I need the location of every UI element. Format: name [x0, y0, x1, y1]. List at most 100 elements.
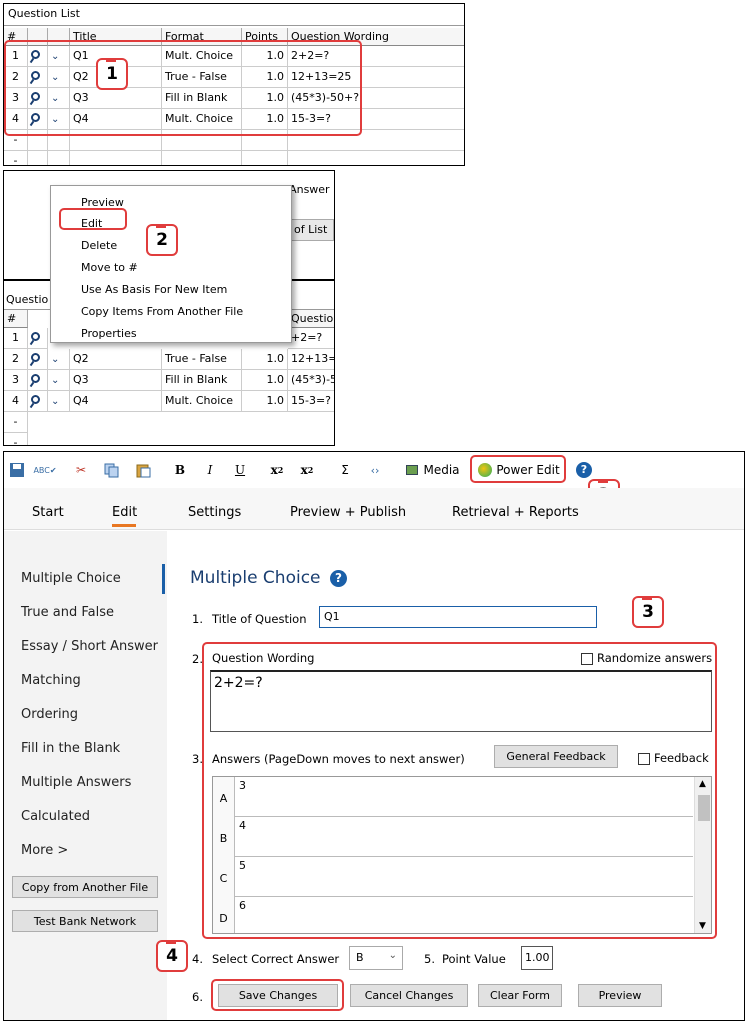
sidebar-active-indicator	[162, 564, 165, 594]
row-wording: +2=?	[288, 328, 334, 349]
empty-row: -	[4, 151, 28, 165]
context-menu-item[interactable]: Use As Basis For New Item	[81, 283, 227, 296]
copy-icon[interactable]	[100, 457, 122, 483]
row-title: Q2	[70, 349, 162, 370]
row-expand[interactable]: ⌄	[48, 349, 70, 370]
context-menu-item[interactable]: Delete	[81, 239, 117, 252]
question-list-title-partial: Questio	[6, 293, 49, 306]
cancel-changes-button[interactable]: Cancel Changes	[350, 984, 468, 1007]
title-label: Title of Question	[212, 612, 307, 626]
tab-edit[interactable]: Edit	[112, 505, 137, 520]
row-wording: 12+13=2	[288, 349, 334, 370]
tab-edit-underline	[112, 524, 136, 527]
empty-row: -	[4, 433, 28, 445]
empty-cell	[28, 151, 48, 165]
context-menu-item[interactable]: Move to #	[81, 261, 138, 274]
question-list-title: Question List	[4, 4, 464, 26]
test-bank-network-button[interactable]: Test Bank Network	[12, 910, 158, 932]
row-format: Mult. Choice	[162, 391, 242, 412]
context-menu-item[interactable]: Properties	[81, 327, 137, 340]
step-badge-4: 4	[156, 940, 188, 972]
sigma-icon[interactable]: Σ	[334, 457, 356, 483]
row-view[interactable]	[28, 391, 48, 412]
magnifier-icon[interactable]	[31, 353, 40, 362]
row-wording: (45*3)-50	[288, 370, 334, 391]
step-badge-3-form: 3	[632, 596, 664, 628]
highlight-edit	[59, 208, 127, 230]
sidebar-item[interactable]: Multiple Choice	[21, 571, 121, 586]
sidebar-item[interactable]: Essay / Short Answer	[21, 639, 158, 654]
correct-answer-select[interactable]: B ⌄	[349, 946, 403, 970]
sidebar-item[interactable]: More >	[21, 843, 68, 858]
code-icon[interactable]: ‹›	[364, 457, 386, 483]
row-format: Fill in Blank	[162, 370, 242, 391]
chevron-down-icon[interactable]: ⌄	[51, 375, 59, 386]
point-number: 5.	[424, 952, 435, 966]
magnifier-icon[interactable]	[31, 374, 40, 383]
row-points: 1.0	[242, 370, 288, 391]
sidebar-item[interactable]: Multiple Answers	[21, 775, 131, 790]
row-title: Q4	[70, 391, 162, 412]
row-view[interactable]	[28, 370, 48, 391]
step-badge-2: 2	[146, 224, 178, 256]
buttons-number: 6.	[192, 990, 203, 1004]
sidebar-item[interactable]: Fill in the Blank	[21, 741, 120, 756]
chevron-down-icon: ⌄	[388, 950, 397, 961]
tab-preview-publish[interactable]: Preview + Publish	[290, 505, 406, 520]
form-heading: Multiple Choice ?	[190, 568, 347, 588]
empty-cell	[288, 151, 464, 165]
paste-icon[interactable]	[132, 457, 154, 483]
chevron-down-icon[interactable]: ⌄	[51, 396, 59, 407]
media-button[interactable]: Media	[402, 457, 464, 483]
row-view[interactable]	[28, 328, 48, 349]
sidebar-item[interactable]: Matching	[21, 673, 81, 688]
italic-icon[interactable]: I	[200, 457, 220, 483]
col-header-num[interactable]: #	[4, 310, 28, 328]
subscript-icon[interactable]: x2	[266, 457, 288, 483]
col-header-wording[interactable]: Question	[288, 310, 334, 328]
step-badge-1: 1	[96, 58, 128, 90]
form-heading-text: Multiple Choice	[190, 568, 321, 588]
highlight-rows	[4, 40, 362, 136]
context-menu-item[interactable]: Copy Items From Another File	[81, 305, 243, 318]
row-number: 3	[4, 370, 28, 391]
help-circle-icon[interactable]: ?	[329, 570, 347, 587]
row-expand[interactable]: ⌄	[48, 370, 70, 391]
row-points: 1.0	[242, 391, 288, 412]
copy-from-file-button[interactable]: Copy from Another File	[12, 876, 158, 898]
sidebar-item[interactable]: Ordering	[21, 707, 78, 722]
tab-start[interactable]: Start	[32, 505, 64, 520]
superscript-icon[interactable]: x2	[296, 457, 318, 483]
title-number: 1.	[192, 612, 203, 626]
preview-button[interactable]: Preview	[578, 984, 662, 1007]
row-number: 1	[4, 328, 28, 349]
save-icon[interactable]	[6, 457, 28, 483]
highlight-power-edit	[470, 455, 566, 483]
point-value-input[interactable]: 1.00	[521, 946, 553, 970]
magnifier-icon[interactable]	[31, 395, 40, 404]
row-view[interactable]	[28, 349, 48, 370]
bold-icon[interactable]: B	[170, 457, 190, 483]
row-format: True - False	[162, 349, 242, 370]
correct-number: 4.	[192, 952, 203, 966]
behind-list-button: of List	[290, 219, 334, 241]
underline-icon[interactable]: U	[230, 457, 250, 483]
sidebar-item[interactable]: True and False	[21, 605, 114, 620]
sidebar-item[interactable]: Calculated	[21, 809, 90, 824]
title-input[interactable]: Q1	[319, 606, 597, 628]
tab-retrieval-reports[interactable]: Retrieval + Reports	[452, 505, 579, 520]
magnifier-icon[interactable]	[31, 332, 40, 341]
point-label: Point Value	[442, 952, 506, 966]
row-expand[interactable]: ⌄	[48, 391, 70, 412]
chevron-down-icon[interactable]: ⌄	[51, 354, 59, 365]
clear-form-button[interactable]: Clear Form	[478, 984, 562, 1007]
media-label: Media	[423, 463, 460, 477]
spellcheck-icon[interactable]: ABC✔	[32, 457, 58, 483]
correct-value: B	[356, 951, 364, 964]
empty-row: -	[4, 412, 28, 433]
empty-cell	[162, 151, 242, 165]
tab-settings[interactable]: Settings	[188, 505, 241, 520]
correct-label: Select Correct Answer	[212, 952, 340, 966]
row-title: Q3	[70, 370, 162, 391]
cut-icon[interactable]: ✂	[70, 457, 92, 483]
